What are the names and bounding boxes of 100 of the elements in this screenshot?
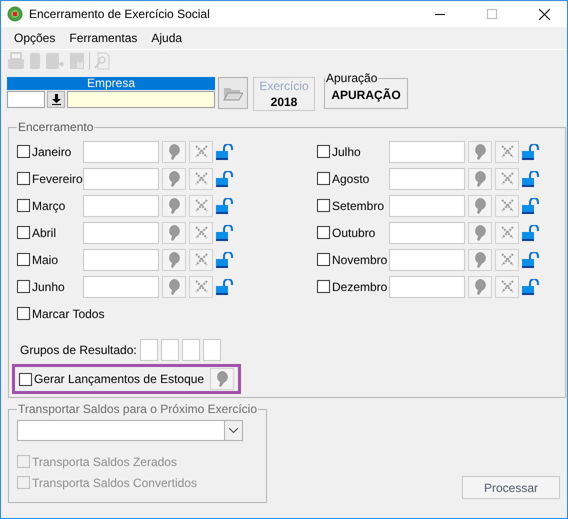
checkbox[interactable] [17, 172, 30, 185]
key-button[interactable] [162, 194, 186, 216]
month-label: Outubro [332, 226, 376, 240]
key-button[interactable] [468, 276, 492, 298]
open-lock-icon[interactable] [522, 170, 539, 186]
group-field[interactable] [140, 339, 158, 361]
open-lock-icon[interactable] [216, 224, 233, 240]
date-field[interactable] [83, 140, 159, 162]
key-button[interactable] [210, 368, 234, 390]
key-icon [473, 170, 487, 186]
checkbox[interactable] [17, 199, 30, 212]
date-field[interactable] [83, 168, 159, 190]
open-lock-icon[interactable] [216, 198, 233, 214]
cross-icon [500, 145, 514, 158]
key-button[interactable] [468, 222, 492, 244]
checkbox[interactable] [17, 280, 30, 293]
date-field[interactable] [389, 276, 465, 298]
menu-item[interactable]: Ajuda [144, 31, 190, 45]
menu-item[interactable]: Opções [7, 31, 62, 45]
date-field[interactable] [389, 140, 465, 162]
key-icon [167, 198, 181, 214]
checkbox[interactable] [317, 280, 330, 293]
group-field[interactable] [182, 339, 200, 361]
open-lock-icon[interactable] [216, 278, 233, 294]
stock-entries-label: Gerar Lançamentos de Estoque [34, 372, 204, 386]
group-field[interactable] [202, 339, 221, 361]
open-lock-icon[interactable] [522, 252, 539, 268]
lookup-button[interactable] [47, 91, 65, 108]
key-button[interactable] [468, 168, 492, 190]
key-icon [473, 198, 487, 214]
down-arrow-icon [52, 94, 60, 105]
key-icon [167, 144, 181, 160]
open-folder-button[interactable] [218, 77, 248, 109]
process-button[interactable]: Processar [462, 476, 560, 499]
close-icon [538, 8, 550, 20]
date-field[interactable] [83, 194, 159, 216]
month-label: Julho [332, 144, 361, 158]
menu-item[interactable]: Ferramentas [62, 31, 144, 45]
key-button[interactable] [162, 222, 186, 244]
open-lock-icon[interactable] [216, 170, 233, 186]
cross-icon [194, 280, 208, 293]
month-label: Maio [32, 252, 58, 266]
key-icon [167, 224, 181, 240]
group-legend: Transportar Saldos para o Próximo Exercício [17, 402, 258, 416]
apuracao-value: APURAÇÃO [331, 88, 401, 104]
folder-icon [223, 85, 243, 101]
date-field[interactable] [389, 194, 465, 216]
key-button[interactable] [468, 248, 492, 270]
date-field[interactable] [389, 248, 465, 270]
app-globe-icon [7, 6, 23, 22]
checkbox[interactable] [317, 199, 330, 212]
company-header: Empresa [7, 77, 215, 90]
open-lock-icon[interactable] [216, 144, 233, 160]
company-name-field[interactable] [67, 91, 215, 108]
checkbox[interactable] [317, 253, 330, 266]
cross-icon [500, 172, 514, 185]
checkbox[interactable] [17, 226, 30, 239]
cross-icon [500, 199, 514, 212]
group-field[interactable] [160, 339, 179, 361]
key-button[interactable] [468, 194, 492, 216]
date-field[interactable] [83, 222, 159, 244]
checkbox[interactable] [17, 253, 30, 266]
key-icon [473, 252, 487, 268]
cross-icon [194, 172, 208, 185]
checkbox[interactable] [317, 226, 330, 239]
open-lock-icon[interactable] [522, 224, 539, 240]
key-button[interactable] [468, 140, 492, 162]
date-field[interactable] [83, 276, 159, 298]
checkbox[interactable] [317, 172, 330, 185]
checkbox[interactable] [317, 145, 330, 158]
month-label: Janeiro [32, 144, 72, 158]
month-label: Fevereiro [32, 172, 83, 186]
month-label: Setembro [332, 198, 384, 212]
cross-icon [194, 199, 208, 212]
date-field[interactable] [83, 248, 159, 270]
option-label: Transporta Saldos Convertidos [32, 476, 197, 490]
month-label: Novembro [332, 252, 388, 266]
chevron-down-icon [229, 428, 238, 433]
date-field[interactable] [389, 222, 465, 244]
dropdown[interactable] [17, 420, 243, 441]
key-button[interactable] [162, 168, 186, 190]
date-field[interactable] [389, 168, 465, 190]
key-button[interactable] [162, 248, 186, 270]
open-lock-icon[interactable] [216, 252, 233, 268]
group-legend: Encerramento [17, 120, 94, 134]
company-code-field[interactable] [7, 91, 45, 108]
open-lock-icon[interactable] [522, 278, 539, 294]
key-icon [167, 278, 181, 294]
maximize-icon [487, 9, 497, 19]
key-button[interactable] [162, 276, 186, 298]
checkbox[interactable] [17, 145, 30, 158]
cross-icon [500, 226, 514, 239]
open-lock-icon[interactable] [522, 144, 539, 160]
key-button[interactable] [162, 140, 186, 162]
key-icon [167, 252, 181, 268]
open-lock-icon[interactable] [522, 198, 539, 214]
checkbox[interactable] [19, 372, 32, 386]
window-title: Encerramento de Exercício Social [29, 7, 211, 21]
select-all-label: Marcar Todos [32, 306, 104, 320]
checkbox[interactable] [17, 307, 30, 320]
